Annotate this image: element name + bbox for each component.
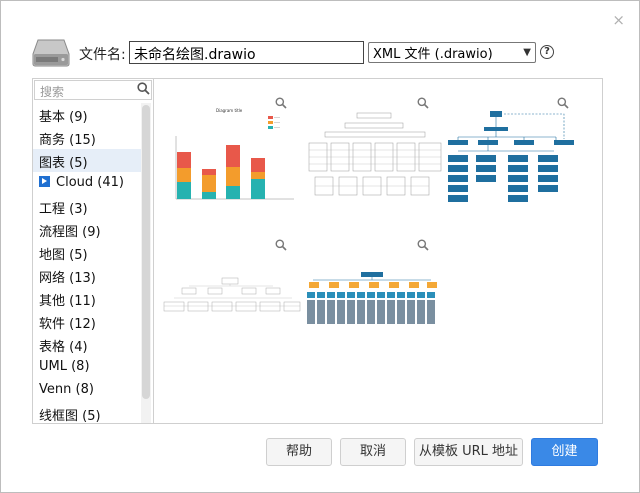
category-business[interactable]: 商务 (15) (33, 126, 141, 149)
zoom-icon[interactable] (417, 239, 429, 251)
category-cloud[interactable]: Cloud (41) (33, 172, 141, 195)
help-button[interactable]: 帮助 (266, 438, 332, 466)
category-label: 工程 (3) (39, 202, 88, 217)
hard-drive-icon (32, 39, 70, 67)
filename-input[interactable]: 未命名绘图.drawio (129, 41, 364, 64)
category-venn[interactable]: Venn (8) (33, 379, 141, 402)
category-label: Cloud (41) (56, 175, 124, 190)
zoom-icon[interactable] (275, 97, 287, 109)
template-org-chart[interactable] (446, 101, 586, 221)
filename-label: 文件名: (79, 47, 126, 63)
close-icon[interactable]: × (612, 13, 625, 28)
category-label: 地图 (5) (39, 248, 88, 263)
category-engineering[interactable]: 工程 (3) (33, 195, 141, 218)
category-wireframes[interactable]: 线框图 (5) (33, 402, 141, 424)
template-orange-blue-org[interactable] (305, 244, 445, 364)
chevron-down-icon: ▼ (523, 47, 531, 58)
category-label: 表格 (4) (39, 340, 88, 355)
category-other[interactable]: 其他 (11) (33, 287, 141, 310)
category-label: 线框图 (5) (39, 409, 101, 424)
category-uml[interactable]: UML (8) (33, 356, 141, 379)
category-flowchart[interactable]: 流程图 (9) (33, 218, 141, 241)
category-list: 基本 (9) 商务 (15) 图表 (5) Cloud (41) 工程 (3) … (33, 103, 141, 424)
from-template-url-button[interactable]: 从模板 URL 地址 (414, 438, 523, 466)
template-hierarchy[interactable] (162, 244, 302, 364)
category-label: Venn (8) (39, 382, 94, 397)
category-label: 商务 (15) (39, 133, 96, 148)
format-select[interactable]: XML 文件 (.drawio) ▼ (368, 42, 536, 63)
format-select-value: XML 文件 (.drawio) (373, 47, 493, 62)
template-tree-table[interactable] (305, 101, 445, 221)
category-label: 基本 (9) (39, 110, 88, 125)
category-label: 网络 (13) (39, 271, 96, 286)
new-diagram-dialog: × 文件名: 未命名绘图.drawio XML 文件 (.drawio) ▼ ?… (0, 0, 640, 493)
search-icon[interactable] (137, 82, 150, 95)
cancel-button[interactable]: 取消 (340, 438, 406, 466)
scrollbar-thumb[interactable] (142, 105, 150, 399)
thumb-chart-title: Diagram title (216, 108, 243, 113)
category-basic[interactable]: 基本 (9) (33, 103, 141, 126)
play-square-icon[interactable] (39, 176, 50, 187)
category-charts[interactable]: 图表 (5) (33, 149, 141, 172)
category-tables[interactable]: 表格 (4) (33, 333, 141, 356)
category-label: UML (8) (39, 359, 90, 374)
category-label: 图表 (5) (39, 156, 88, 171)
category-network[interactable]: 网络 (13) (33, 264, 141, 287)
template-gallery: Diagram title (153, 78, 603, 424)
template-bar-chart[interactable]: Diagram title (162, 101, 302, 221)
category-maps[interactable]: 地图 (5) (33, 241, 141, 264)
zoom-icon[interactable] (417, 97, 429, 109)
category-sidebar: 搜索 基本 (9) 商务 (15) 图表 (5) Cloud (41) 工程 (… (32, 78, 153, 424)
category-label: 其他 (11) (39, 294, 96, 309)
zoom-icon[interactable] (557, 97, 569, 109)
category-label: 软件 (12) (39, 317, 96, 332)
search-input[interactable]: 搜索 (34, 80, 152, 100)
help-icon[interactable]: ? (540, 45, 554, 59)
create-button[interactable]: 创建 (531, 438, 598, 466)
category-label: 流程图 (9) (39, 225, 101, 240)
sidebar-scrollbar[interactable] (141, 103, 151, 423)
category-software[interactable]: 软件 (12) (33, 310, 141, 333)
zoom-icon[interactable] (275, 239, 287, 251)
